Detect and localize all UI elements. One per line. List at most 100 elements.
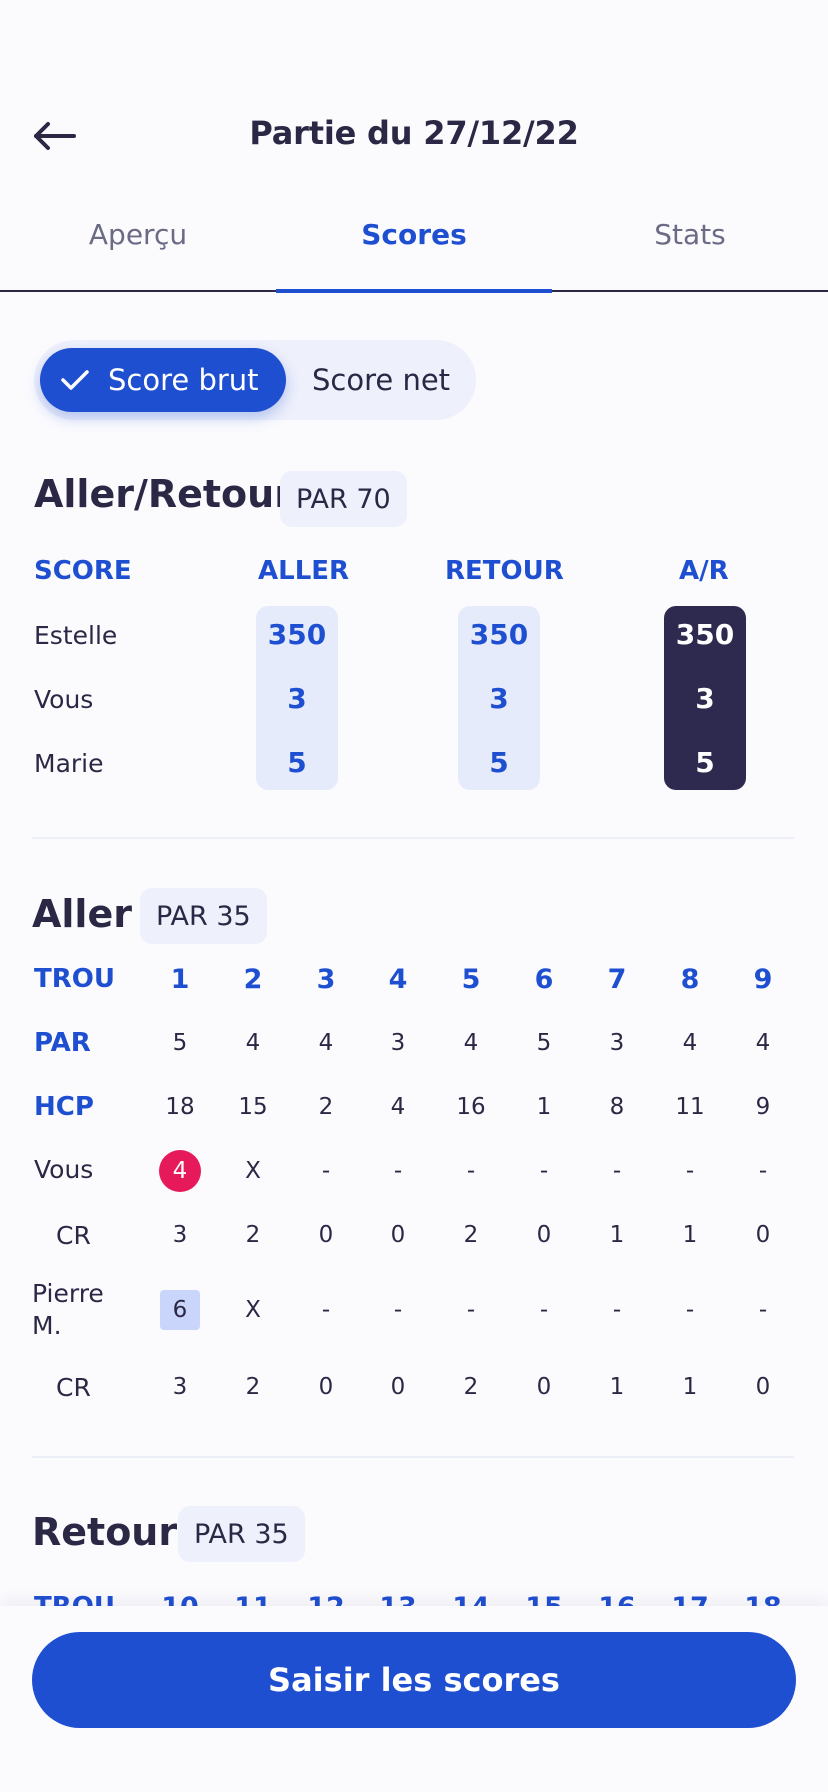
score-type-toggle: Score brut Score net — [34, 340, 476, 420]
hcp-value: 18 — [165, 1094, 195, 1120]
tab-bar: Aperçu Scores Stats — [0, 200, 828, 293]
par-value: 5 — [536, 1030, 552, 1056]
cr-value: 2 — [463, 1374, 479, 1400]
score-value: - — [539, 1158, 549, 1184]
par-value: 3 — [390, 1030, 406, 1056]
score-value: - — [466, 1297, 476, 1323]
hole-number: 7 — [607, 964, 627, 995]
score-value: X — [245, 1158, 261, 1184]
cr-value: 0 — [536, 1374, 552, 1400]
aller-retour-title: Aller/Retour — [34, 472, 293, 516]
hole-number: 4 — [388, 964, 408, 995]
hole-number: 3 — [316, 964, 336, 995]
par-value: 5 — [172, 1030, 188, 1056]
cr-value: 1 — [682, 1374, 698, 1400]
cr-value: 0 — [318, 1222, 334, 1248]
par-value: 4 — [245, 1030, 261, 1056]
par-aller-badge: PAR 35 — [140, 888, 267, 944]
hcp-value: 8 — [609, 1094, 625, 1120]
hcp-value: 9 — [755, 1094, 771, 1120]
player-name: Pierre M. — [32, 1279, 104, 1340]
aller-title: Aller — [32, 892, 132, 936]
section-divider — [32, 837, 794, 839]
cr-value: 0 — [536, 1222, 552, 1248]
cr-label: CR — [56, 1221, 91, 1250]
cr-value: 1 — [609, 1374, 625, 1400]
cr-value: 3 — [172, 1374, 188, 1400]
par-total-badge: PAR 70 — [280, 471, 407, 527]
hcp-value: 15 — [238, 1094, 268, 1120]
ar-value: 5 — [695, 746, 715, 779]
tab-scores[interactable]: Scores — [276, 200, 552, 293]
hcp-value: 1 — [536, 1094, 552, 1120]
hcp-value: 11 — [675, 1094, 705, 1120]
score-value: - — [393, 1297, 403, 1323]
cr-value: 0 — [755, 1374, 771, 1400]
aller-value: 350 — [267, 618, 327, 651]
ar-value: 350 — [675, 618, 735, 651]
cr-value: 0 — [390, 1222, 406, 1248]
aller-header: ALLER — [258, 556, 350, 586]
header: Partie du 27/12/22 — [0, 0, 828, 180]
score-value: - — [539, 1297, 549, 1323]
hole-number: 9 — [753, 964, 773, 995]
par-value: 4 — [682, 1030, 698, 1056]
cr-value: 0 — [755, 1222, 771, 1248]
retour-value: 350 — [469, 618, 529, 651]
cr-value: 2 — [245, 1374, 261, 1400]
player-name: Vous — [34, 685, 94, 714]
score-brut-option[interactable]: Score brut — [40, 348, 286, 412]
cr-value: 1 — [609, 1222, 625, 1248]
bottom-action-bar: Saisir les scores — [0, 1606, 828, 1792]
player-name: Estelle — [34, 621, 118, 650]
hole-number: 8 — [680, 964, 700, 995]
score-value: - — [758, 1297, 768, 1323]
player-name: Vous — [34, 1155, 94, 1184]
hole-number: 1 — [170, 964, 190, 995]
par-retour-badge: PAR 35 — [178, 1506, 305, 1562]
check-icon — [61, 370, 89, 390]
hcp-label: HCP — [34, 1092, 94, 1122]
cr-value: 2 — [463, 1222, 479, 1248]
score-value: - — [466, 1158, 476, 1184]
aller-value: 5 — [287, 746, 307, 779]
retour-title: Retour — [32, 1510, 178, 1554]
tab-stats[interactable]: Stats — [552, 200, 828, 290]
hcp-value: 2 — [318, 1094, 334, 1120]
score-value: - — [612, 1158, 622, 1184]
tab-apercu[interactable]: Aperçu — [0, 200, 276, 290]
score-value: - — [685, 1297, 695, 1323]
hcp-value: 4 — [390, 1094, 406, 1120]
score-value: - — [685, 1158, 695, 1184]
score-value: - — [612, 1297, 622, 1323]
retour-value: 5 — [489, 746, 509, 779]
cr-value: 0 — [318, 1374, 334, 1400]
score-value: - — [321, 1158, 331, 1184]
aller-value: 3 — [287, 682, 307, 715]
score-value: - — [321, 1297, 331, 1323]
score-net-option[interactable]: Score net — [312, 348, 450, 412]
ar-value: 3 — [695, 682, 715, 715]
cr-value: 1 — [682, 1222, 698, 1248]
hole-number: 2 — [243, 964, 263, 995]
score-brut-label: Score brut — [108, 363, 259, 397]
par-label: PAR — [34, 1028, 91, 1058]
cr-label: CR — [56, 1373, 91, 1402]
cr-value: 2 — [245, 1222, 261, 1248]
score-badge-highlight: 6 — [160, 1290, 200, 1330]
score-value: X — [245, 1297, 261, 1323]
hole-number: 5 — [461, 964, 481, 995]
page-title: Partie du 27/12/22 — [249, 114, 579, 152]
score-value: - — [393, 1158, 403, 1184]
par-value: 4 — [318, 1030, 334, 1056]
player-name: Marie — [34, 749, 104, 778]
retour-header: RETOUR — [445, 556, 564, 586]
score-header: SCORE — [34, 556, 132, 586]
enter-scores-button[interactable]: Saisir les scores — [32, 1632, 796, 1728]
par-value: 4 — [463, 1030, 479, 1056]
retour-value: 3 — [489, 682, 509, 715]
hcp-value: 16 — [456, 1094, 486, 1120]
hole-number: 6 — [534, 964, 554, 995]
par-value: 3 — [609, 1030, 625, 1056]
score-value: - — [758, 1158, 768, 1184]
